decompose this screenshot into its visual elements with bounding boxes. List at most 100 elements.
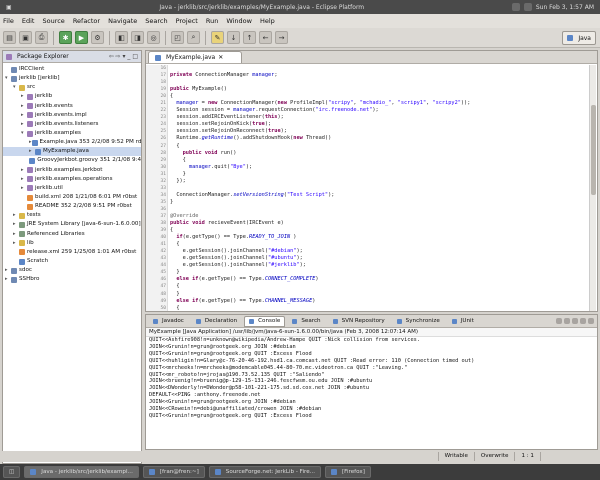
console-line: JOIN<<Grunin!n=grun@rootgeek.org JOIN :#… bbox=[149, 343, 296, 350]
tree-item-label: Scratch bbox=[27, 257, 49, 264]
tree-item[interactable]: ▾ jerklib [jerklib] bbox=[3, 74, 141, 83]
tab-search[interactable]: Search bbox=[287, 316, 325, 327]
taskbar-label: SourceForge.net: JerkLib - Fire... bbox=[225, 469, 315, 475]
tab-console[interactable]: Console bbox=[244, 315, 286, 327]
tab-javadoc[interactable]: Javadoc bbox=[148, 316, 189, 327]
new-class-icon[interactable]: ◎ bbox=[147, 31, 160, 44]
save-icon[interactable]: ▣ bbox=[19, 31, 32, 44]
tree-item[interactable]: README 352 2/2/08 9:51 PM r0bst bbox=[3, 202, 141, 211]
menu-file[interactable]: File bbox=[3, 17, 14, 25]
tab-label: JUnit bbox=[460, 318, 474, 324]
run-icon[interactable]: ▶ bbox=[75, 31, 88, 44]
menu-search[interactable]: Search bbox=[145, 17, 167, 25]
new-icon[interactable]: ▤ bbox=[3, 31, 16, 44]
console-panel: Javadoc Declaration Console Search SVN Repos… bbox=[145, 314, 598, 450]
tree-item[interactable]: ▸ MyExample.java bbox=[3, 147, 141, 157]
code-line: Runtime.getRuntime().addShutdownHook(new… bbox=[170, 135, 332, 142]
menu-edit[interactable]: Edit bbox=[22, 17, 35, 25]
code-area[interactable]: private ConnectionManager manager; publi… bbox=[170, 65, 590, 311]
taskbar-button[interactable]: Java - jerklib/src/jerklib/exampl... bbox=[24, 466, 139, 478]
app-menu-icon[interactable]: ▣ bbox=[0, 4, 12, 11]
tree-item[interactable]: ▸ jerklib bbox=[3, 92, 141, 101]
new-java-project-icon[interactable]: ◧ bbox=[115, 31, 128, 44]
java-perspective-button[interactable]: Java bbox=[562, 31, 596, 45]
tree-item[interactable]: ▸ jerklib.examples.operations bbox=[3, 175, 141, 184]
tree-item[interactable]: ▸ jerklib.events bbox=[3, 102, 141, 111]
previous-annotation-icon[interactable]: ↑ bbox=[243, 31, 256, 44]
back-icon[interactable]: ← bbox=[259, 31, 272, 44]
editor-scroll-thumb[interactable] bbox=[591, 105, 596, 195]
tree-item[interactable]: IRCClient bbox=[3, 65, 141, 74]
tree-item[interactable]: ▸ jerklib.examples.jerkbot bbox=[3, 166, 141, 175]
menu-project[interactable]: Project bbox=[176, 17, 198, 25]
scroll-lock-icon[interactable] bbox=[572, 318, 578, 324]
editor-scrollbar[interactable] bbox=[589, 65, 596, 311]
close-icon[interactable]: ✕ bbox=[218, 54, 223, 61]
code-line: { bbox=[170, 241, 180, 248]
tree-item[interactable]: ▸ jerklib.events.impl bbox=[3, 111, 141, 120]
tree-item[interactable]: ▸ tests bbox=[3, 211, 141, 220]
tree-item[interactable]: build.xml 208 1/21/08 6:01 PM r0bst bbox=[3, 193, 141, 202]
terminate-icon[interactable] bbox=[556, 318, 562, 324]
tree-item-label: sdoc bbox=[19, 267, 32, 274]
minimize-icon[interactable] bbox=[588, 318, 594, 324]
package-icon bbox=[27, 176, 33, 183]
console-line: JOIN<<bruenig!n=bruenig@p-129-15-131-246… bbox=[149, 378, 373, 385]
tree-item[interactable]: Scratch bbox=[3, 257, 141, 266]
editor-tab-myexample[interactable]: MyExample.java ✕ bbox=[148, 51, 243, 63]
menu-navigate[interactable]: Navigate bbox=[108, 17, 137, 25]
tree-item[interactable]: ▸ SSHbro bbox=[3, 275, 141, 284]
code-line: session.addIRCEventListener(this); bbox=[170, 114, 284, 121]
status-bar: Writable Overwrite 1 : 1 bbox=[0, 451, 600, 462]
tab-svn-repository[interactable]: SVN Repository bbox=[328, 316, 390, 327]
taskbar-button[interactable]: [fran@fren:~] bbox=[142, 466, 205, 478]
next-annotation-icon[interactable]: ↓ bbox=[227, 31, 240, 44]
tree-item[interactable]: GroovyJerkbot.groovy 351 2/1/08 9:4 bbox=[3, 156, 141, 165]
tree-item[interactable]: ▸ lib bbox=[3, 239, 141, 248]
taskbar-label: [Firefox] bbox=[342, 469, 365, 475]
menu-run[interactable]: Run bbox=[206, 17, 218, 25]
taskbar-button[interactable]: SourceForge.net: JerkLib - Fire... bbox=[208, 466, 321, 478]
tree-item[interactable]: ▸ Example.java 353 2/2/08 9:52 PM rd bbox=[3, 138, 141, 147]
volume-icon[interactable] bbox=[523, 3, 532, 11]
tree-item[interactable]: ▾ jerklib.examples bbox=[3, 129, 141, 138]
tab-synchronize[interactable]: Synchronize bbox=[392, 316, 445, 327]
new-package-icon[interactable]: ◨ bbox=[131, 31, 144, 44]
toolbar-separator bbox=[109, 30, 110, 45]
view-controls[interactable]: ⇦ ⇨ ▾ _ □ bbox=[109, 53, 141, 60]
tree-item[interactable]: ▸ JRE System Library [java-6-sun-1.6.0.00… bbox=[3, 220, 141, 229]
console-output[interactable]: QUIT<<Ashfire908!n=unknown@wikipedia/And… bbox=[146, 337, 597, 447]
tree-item[interactable]: ▾ src bbox=[3, 83, 141, 92]
taskbar-button[interactable]: [Firefox] bbox=[325, 466, 371, 478]
tree-item[interactable]: ▸ jerklib.events.listeners bbox=[3, 120, 141, 129]
tree-item[interactable]: release.xml 259 1/25/08 1:01 AM r0bst bbox=[3, 248, 141, 257]
pin-console-icon[interactable] bbox=[580, 318, 586, 324]
external-tools-icon[interactable]: ⚙ bbox=[91, 31, 104, 44]
print-icon[interactable]: ⎙ bbox=[35, 31, 48, 44]
tree-item[interactable]: ▸ jerklib.util bbox=[3, 184, 141, 193]
code-line: } bbox=[170, 170, 186, 177]
debug-icon[interactable]: ✱ bbox=[59, 31, 72, 44]
forward-icon[interactable]: → bbox=[275, 31, 288, 44]
menu-help[interactable]: Help bbox=[260, 17, 275, 25]
menu-source[interactable]: Source bbox=[42, 17, 64, 25]
taskbar-label: Java - jerklib/src/jerklib/exampl... bbox=[41, 469, 133, 475]
open-type-icon[interactable]: ◰ bbox=[171, 31, 184, 44]
tree-item[interactable]: ▸ sdoc bbox=[3, 266, 141, 275]
tab-declaration[interactable]: Declaration bbox=[191, 316, 242, 327]
tree-item-label: jerklib.events.impl bbox=[35, 111, 87, 118]
tree-item[interactable]: ▸ Referenced Libraries bbox=[3, 230, 141, 239]
tab-junit[interactable]: JUnit bbox=[447, 316, 479, 327]
search-icon[interactable]: ⌕ bbox=[187, 31, 200, 44]
code-line: { bbox=[170, 93, 174, 100]
clear-console-icon[interactable] bbox=[564, 318, 570, 324]
window-title: Java - jerklib/src/jerklib/examples/MyEx… bbox=[159, 3, 365, 11]
menu-window[interactable]: Window bbox=[226, 17, 252, 25]
toggle-mark-occurrences-icon[interactable]: ✎ bbox=[211, 31, 224, 44]
network-icon[interactable] bbox=[511, 3, 520, 11]
workspace-switcher[interactable]: ◫ bbox=[3, 466, 21, 478]
menu-refactor[interactable]: Refactor bbox=[73, 17, 100, 25]
view-icon bbox=[249, 318, 255, 324]
